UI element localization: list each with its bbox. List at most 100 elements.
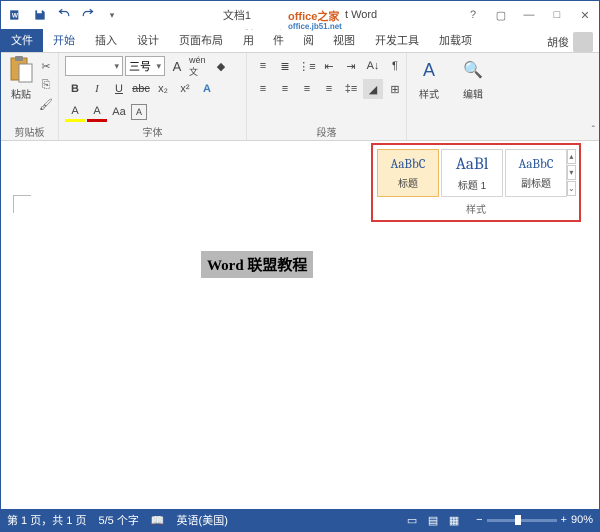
minimize-button[interactable]: — [515,3,543,27]
format-painter-button[interactable]: 🖌 [38,96,54,112]
close-button[interactable]: ✕ [571,3,599,27]
print-layout-button[interactable]: ▤ [423,512,443,528]
copy-button[interactable]: ⎘ [38,77,54,93]
qat-customize-icon[interactable]: ▾ [101,4,123,26]
gallery-up-button[interactable]: ▴ [567,149,576,164]
view-buttons: ▭ ▤ ▦ [402,512,464,528]
word-count[interactable]: 5/5 个字 [98,512,138,528]
styles-gallery: AaBbC标题AaBl标题 1AaBbC副标题 ▴ ▾ ⌄ 样式 [371,143,581,222]
web-layout-button[interactable]: ▦ [444,512,464,528]
document-area[interactable]: Word 联盟教程 AaBbC标题AaBl标题 1AaBbC副标题 ▴ ▾ ⌄ … [1,141,599,515]
styles-pane-button[interactable]: A 样式 [413,56,445,101]
multilevel-button[interactable]: ⋮≡ [297,56,317,76]
gallery-down-button[interactable]: ▾ [567,165,576,180]
justify-button[interactable]: ≡ [319,79,339,99]
proofing-icon[interactable]: 📖 [151,514,165,527]
style-preview: AaBbC [391,157,426,172]
tab-home[interactable]: 开始 [43,28,85,52]
title-bar: W ▾ 文档1 t Word office之家 office.jb51.net … [1,1,599,29]
style-option[interactable]: AaBbC 标题 [377,149,439,197]
superscript-button[interactable]: x² [175,79,195,99]
tab-design[interactable]: 设计 [127,28,169,52]
style-preview: AaBl [456,155,489,174]
editing-button[interactable]: 🔍 编辑 [457,56,489,101]
eraser-button[interactable] [219,79,239,99]
borders-button[interactable]: ⊞ [385,79,405,99]
paste-button[interactable]: 粘贴 [7,56,35,101]
zoom-in-button[interactable]: + [561,514,567,526]
svg-text:W: W [12,12,19,19]
font-family-combo[interactable] [65,56,123,76]
styles-label: 样式 [419,86,439,101]
style-row: AaBbC 标题 AaBl 标题 1 AaBbC 副标题 [377,149,567,197]
tab-addins[interactable]: 加载项 [429,28,482,52]
bold-button[interactable]: B [65,79,85,99]
clear-format-button[interactable]: ◆ [211,56,231,76]
text-effects-button[interactable]: A [197,79,217,99]
change-case-button[interactable]: Aa [109,102,129,122]
decrease-indent-button[interactable]: ⇤ [319,56,339,76]
app-name: t Word [345,9,377,21]
style-preview: AaBbC [519,157,554,172]
zoom-out-button[interactable]: − [476,514,482,526]
align-left-button[interactable]: ≡ [253,79,273,99]
paste-label: 粘贴 [11,86,31,101]
page-corner-icon [13,195,31,213]
word-icon: W [5,4,27,26]
style-name: 副标题 [521,175,551,190]
doc-name: 文档1 [223,7,251,23]
shading-button[interactable]: ◢ [363,79,383,99]
group-font: 三号 A wén文 ◆ B I U abc x₂ x² A A A Aa A [59,53,247,140]
underline-button[interactable]: U [109,79,129,99]
show-marks-button[interactable]: ¶ [385,56,405,76]
undo-button[interactable] [53,4,75,26]
clipboard-group-label: 剪贴板 [7,122,52,139]
tab-view[interactable]: 视图 [323,28,365,52]
help-button[interactable]: ? [459,3,487,27]
numbering-button[interactable]: ≣ [275,56,295,76]
editing-label: 编辑 [463,86,483,101]
cut-button[interactable]: ✂ [38,58,54,74]
tab-developer[interactable]: 开发工具 [365,28,429,52]
maximize-button[interactable]: □ [543,3,571,27]
style-option[interactable]: AaBl 标题 1 [441,149,503,197]
tab-file[interactable]: 文件 [1,28,43,52]
read-mode-button[interactable]: ▭ [402,512,422,528]
bullets-button[interactable]: ≡ [253,56,273,76]
italic-button[interactable]: I [87,79,107,99]
watermark: office之家 office.jb51.net [288,7,342,31]
gallery-more-button[interactable]: ⌄ [567,181,576,196]
line-spacing-button[interactable]: ‡≡ [341,79,361,99]
user-account[interactable]: 胡俊 [541,32,599,52]
zoom-control: − + 90% [476,514,593,526]
tab-layout[interactable]: 页面布局 [169,28,233,52]
subscript-button[interactable]: x₂ [153,79,173,99]
increase-indent-button[interactable]: ⇥ [341,56,361,76]
tab-insert[interactable]: 插入 [85,28,127,52]
redo-button[interactable] [77,4,99,26]
font-color-button[interactable]: A [87,102,107,122]
grow-font-button[interactable]: A [167,56,187,76]
save-button[interactable] [29,4,51,26]
user-name: 胡俊 [547,34,569,50]
font-size-combo[interactable]: 三号 [125,56,165,76]
page-count[interactable]: 第 1 页，共 1 页 [7,512,86,528]
char-border-button[interactable]: A [131,104,147,120]
zoom-level[interactable]: 90% [571,514,593,526]
style-name: 标题 1 [458,177,486,192]
phonetic-guide-button[interactable]: wén文 [189,56,209,76]
status-bar: 第 1 页，共 1 页 5/5 个字 📖 英语(美国) ▭ ▤ ▦ − + 90… [1,509,599,531]
align-center-button[interactable]: ≡ [275,79,295,99]
font-group-label: 字体 [65,122,240,139]
highlight-button[interactable]: A [65,102,85,122]
zoom-slider[interactable] [487,519,557,522]
collapse-ribbon-icon[interactable]: ˆ [592,125,595,136]
language-status[interactable]: 英语(美国) [177,512,228,528]
strike-button[interactable]: abc [131,79,151,99]
style-name: 标题 [398,175,418,190]
sort-button[interactable]: A↓ [363,56,383,76]
align-right-button[interactable]: ≡ [297,79,317,99]
style-option[interactable]: AaBbC 副标题 [505,149,567,197]
selected-text[interactable]: Word 联盟教程 [201,251,313,278]
ribbon-options-button[interactable]: ▢ [487,3,515,27]
